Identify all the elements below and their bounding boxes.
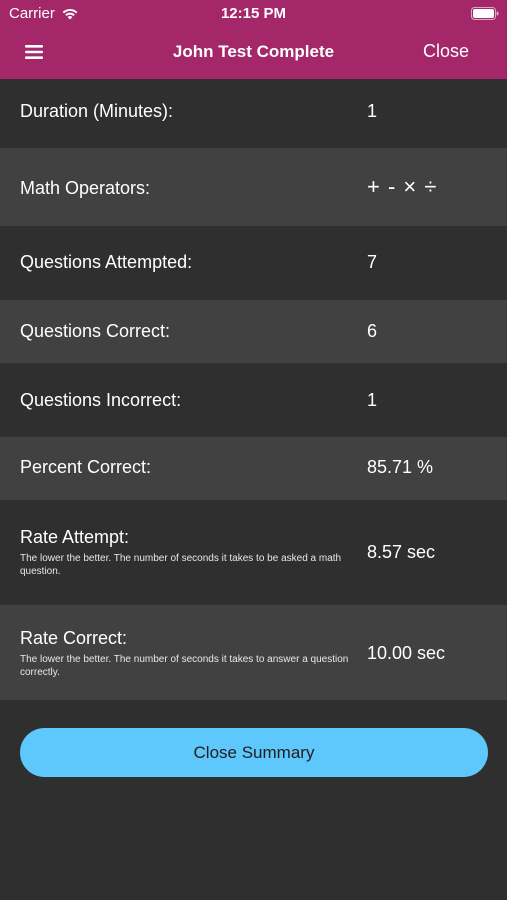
row-value: 8.57 sec bbox=[367, 542, 436, 562]
close-button[interactable]: Close bbox=[423, 41, 469, 62]
row-rate-attempt: Rate Attempt: The lower the better. The … bbox=[0, 500, 507, 605]
row-questions-correct: Questions Correct: 6 bbox=[0, 300, 507, 363]
row-percent-correct: Percent Correct: 85.71 % bbox=[0, 437, 507, 500]
row-description: The lower the better. The number of seco… bbox=[20, 553, 342, 577]
row-label: Math Operators: bbox=[20, 178, 151, 198]
row-label: Questions Correct: bbox=[20, 321, 171, 341]
status-bar: Carrier 12:15 PM bbox=[0, 0, 507, 28]
close-summary-label: Close Summary bbox=[193, 742, 315, 762]
row-value: 7 bbox=[367, 252, 378, 272]
row-questions-attempted: Questions Attempted: 7 bbox=[0, 226, 507, 300]
battery-icon bbox=[471, 7, 499, 20]
row-value: + - × ÷ bbox=[367, 174, 438, 199]
row-value: 6 bbox=[367, 321, 378, 341]
row-questions-incorrect: Questions Incorrect: 1 bbox=[0, 363, 507, 437]
nav-bar: John Test Complete Close bbox=[0, 28, 507, 79]
status-time: 12:15 PM bbox=[220, 5, 287, 22]
row-duration: Duration (Minutes): 1 bbox=[0, 79, 507, 148]
row-label: Duration (Minutes): bbox=[20, 101, 174, 121]
app-header: Carrier 12:15 PM John Test Complete Clos… bbox=[0, 0, 507, 79]
row-label: Questions Incorrect: bbox=[20, 390, 182, 410]
row-value: 85.71 % bbox=[367, 457, 434, 477]
row-label: Rate Correct: bbox=[20, 628, 128, 648]
row-value: 1 bbox=[367, 101, 378, 121]
row-description: The lower the better. The number of seco… bbox=[20, 654, 349, 678]
close-summary-button[interactable]: Close Summary bbox=[20, 728, 488, 777]
row-label: Rate Attempt: bbox=[20, 527, 130, 547]
row-math-operators: Math Operators: + - × ÷ bbox=[0, 148, 507, 226]
row-label: Questions Attempted: bbox=[20, 252, 193, 272]
row-rate-correct: Rate Correct: The lower the better. The … bbox=[0, 605, 507, 700]
row-value: 10.00 sec bbox=[367, 643, 446, 663]
results-list: Duration (Minutes): 1 Math Operators: + … bbox=[0, 79, 507, 700]
row-value: 1 bbox=[367, 390, 378, 410]
row-label: Percent Correct: bbox=[20, 457, 152, 477]
